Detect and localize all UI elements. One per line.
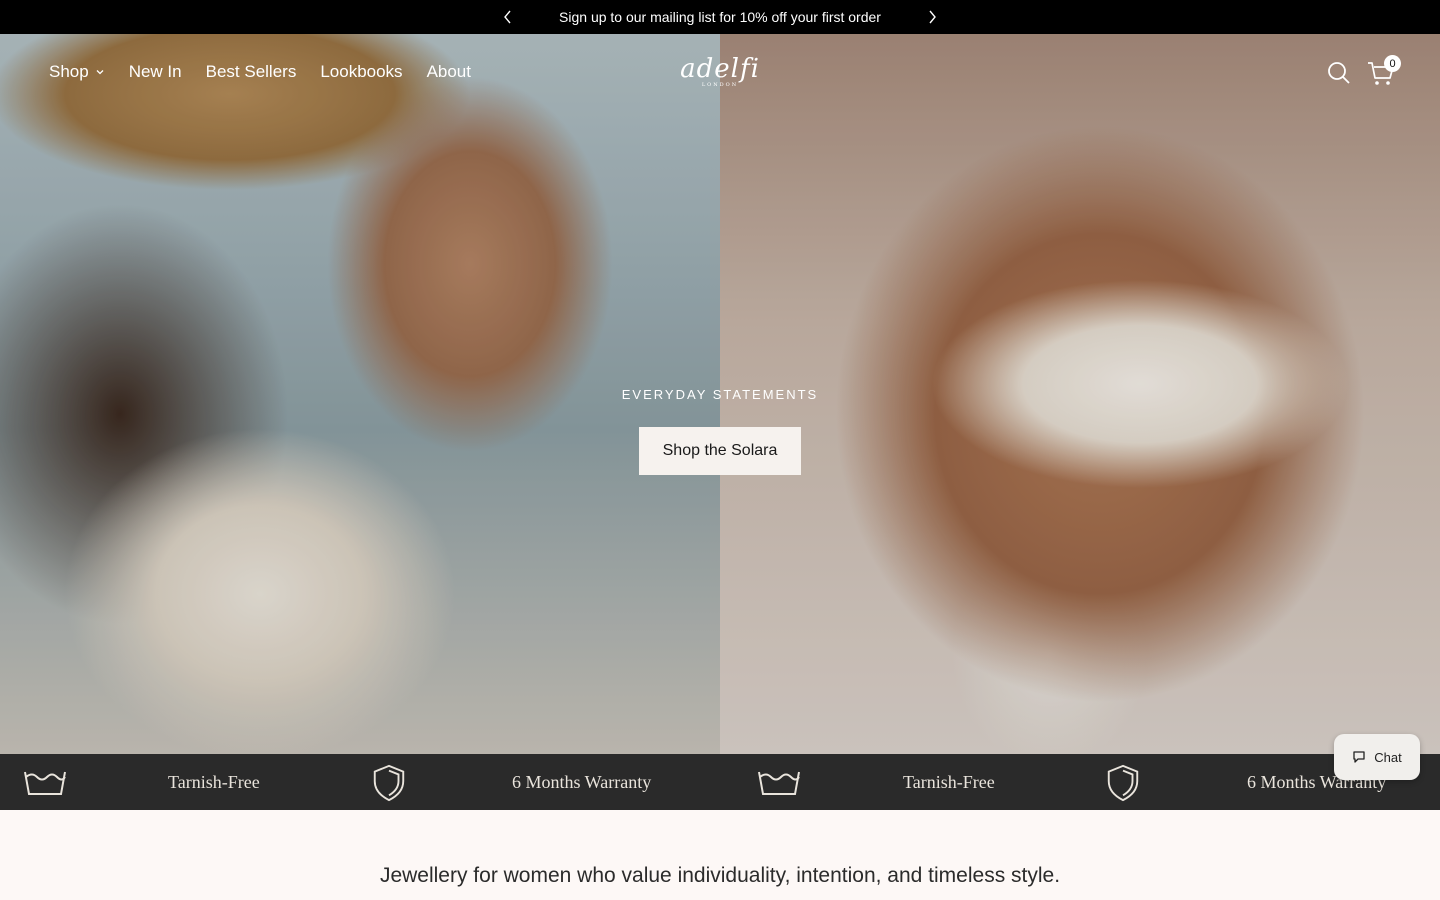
nav-item-label: Shop xyxy=(49,62,89,81)
search-icon[interactable] xyxy=(1326,60,1352,86)
main-nav: Shop New In Best Sellers Lookbooks About xyxy=(49,62,471,82)
nav-item-new-in[interactable]: New In xyxy=(129,62,182,82)
feature-label: Tarnish-Free xyxy=(168,772,260,792)
main-header: Shop New In Best Sellers Lookbooks About… xyxy=(0,34,1440,112)
shield-icon xyxy=(373,764,405,802)
cart-count-badge: 0 xyxy=(1384,55,1401,72)
nav-item-lookbooks[interactable]: Lookbooks xyxy=(320,62,402,82)
logo-wordmark: adelfi xyxy=(680,54,760,84)
chat-button[interactable]: Chat xyxy=(1334,734,1420,780)
nav-item-label: About xyxy=(426,62,471,81)
features-strip: Tarnish-Free 6 Months Warranty Tarnish-F… xyxy=(0,754,1440,810)
shield-icon xyxy=(1107,764,1139,802)
feature-label: Tarnish-Free xyxy=(903,772,995,792)
announcement-text[interactable]: Sign up to our mailing list for 10% off … xyxy=(559,9,881,25)
hero-cta: EVERYDAY STATEMENTS Shop the Solara xyxy=(0,387,1440,475)
feature-label: 6 Months Warranty xyxy=(512,772,652,792)
nav-item-shop[interactable]: Shop xyxy=(49,62,105,82)
nav-item-label: Best Sellers xyxy=(205,62,297,81)
announcement-bar: Sign up to our mailing list for 10% off … xyxy=(0,0,1440,34)
chevron-down-icon xyxy=(96,70,104,75)
nav-item-about[interactable]: About xyxy=(427,62,471,82)
chat-label: Chat xyxy=(1374,749,1402,765)
chevron-right-icon[interactable] xyxy=(923,8,941,26)
shop-solara-button[interactable]: Shop the Solara xyxy=(639,427,801,475)
chat-bubble-icon xyxy=(1353,751,1365,763)
chevron-left-icon[interactable] xyxy=(499,8,517,26)
hero-eyebrow: EVERYDAY STATEMENTS xyxy=(621,387,819,402)
nav-item-best-sellers[interactable]: Best Sellers xyxy=(206,62,297,82)
brand-logo[interactable]: adelfi LONDON xyxy=(680,54,760,88)
washing-basin-icon xyxy=(758,771,800,795)
brand-tagline: Jewellery for women who value individual… xyxy=(379,864,1061,887)
washing-basin-icon xyxy=(24,771,66,795)
nav-item-label: New In xyxy=(128,62,182,81)
nav-item-label: Lookbooks xyxy=(320,62,403,81)
